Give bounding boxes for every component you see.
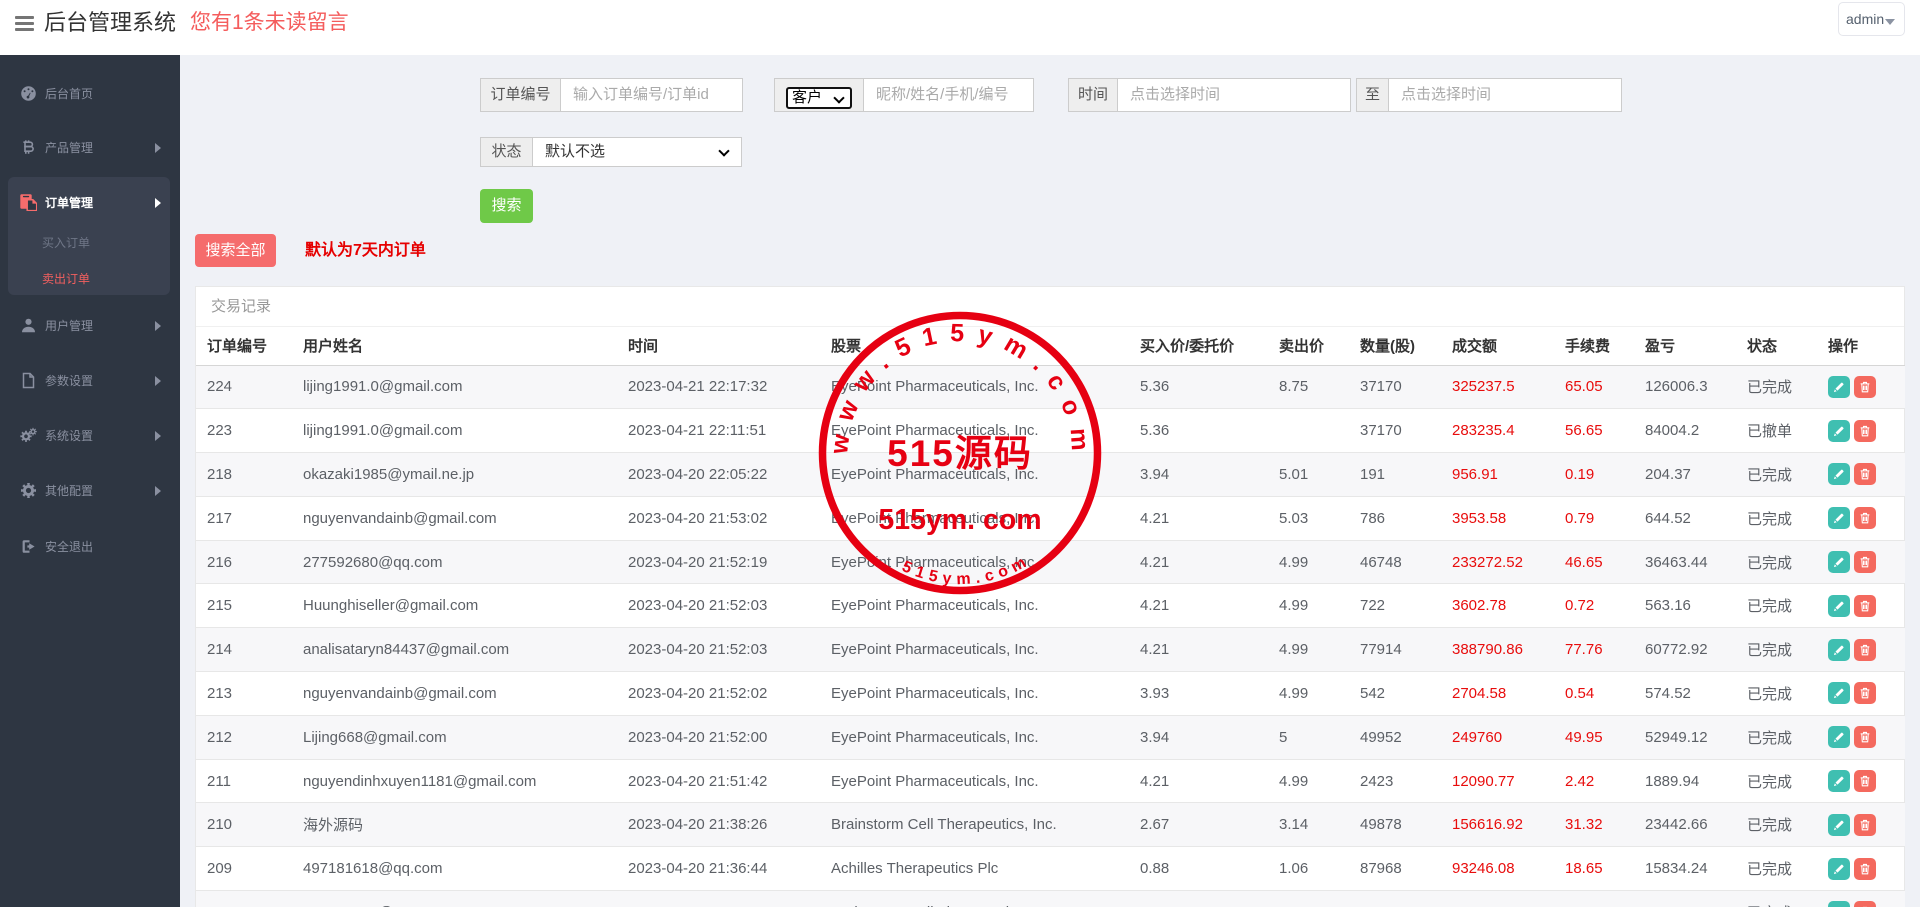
svg-text:515ym. com: 515ym. com <box>878 504 1041 536</box>
svg-text:515源码: 515源码 <box>887 433 1033 474</box>
